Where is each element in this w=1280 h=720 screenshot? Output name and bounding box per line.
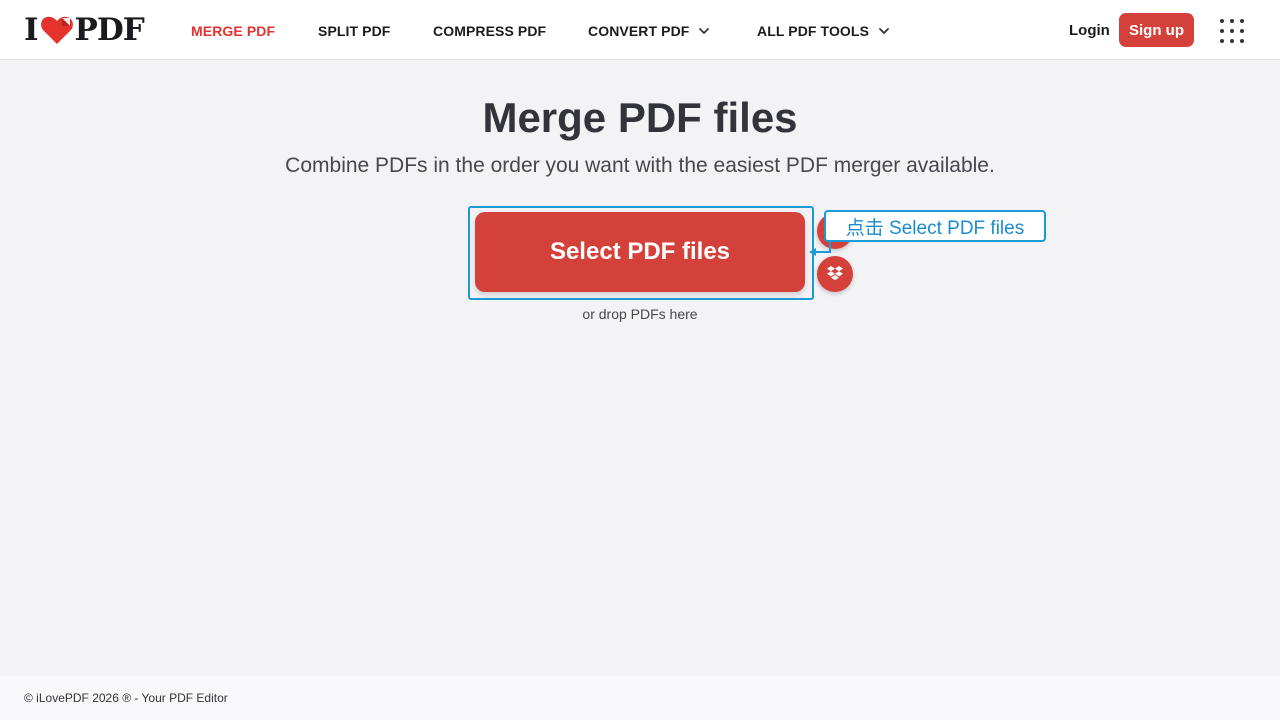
- logo-text-i: I: [24, 12, 38, 48]
- nav-split-pdf-label: SPLIT PDF: [318, 23, 391, 39]
- top-navbar: I PDF MERGE PDF SPLIT PDF COMPRESS PDF C…: [0, 0, 1280, 60]
- nav-compress-pdf[interactable]: COMPRESS PDF: [433, 22, 546, 40]
- nav-merge-pdf[interactable]: MERGE PDF: [191, 22, 275, 40]
- apps-grid-icon[interactable]: [1218, 17, 1246, 45]
- nav-convert-pdf-label: CONVERT PDF: [588, 23, 690, 39]
- dropbox-icon: [827, 266, 843, 281]
- chevron-down-icon: [879, 28, 889, 34]
- page-subtitle: Combine PDFs in the order you want with …: [285, 154, 995, 177]
- nav-all-pdf-tools[interactable]: ALL PDF TOOLS: [757, 22, 890, 40]
- nav-compress-pdf-label: COMPRESS PDF: [433, 23, 547, 39]
- drop-hint: or drop PDFs here: [582, 306, 698, 322]
- nav-split-pdf[interactable]: SPLIT PDF: [318, 22, 390, 40]
- footer-copyright: © iLovePDF 2026 ® - Your PDF Editor: [24, 691, 228, 705]
- login-link[interactable]: Login: [1069, 22, 1110, 39]
- nav-convert-pdf[interactable]: CONVERT PDF: [588, 22, 710, 40]
- chevron-down-icon: [699, 28, 710, 34]
- page-title: Merge PDF files: [482, 94, 798, 141]
- footer: © iLovePDF 2026 ® - Your PDF Editor: [0, 676, 1280, 720]
- select-pdf-files-button[interactable]: Select PDF files: [475, 212, 805, 292]
- annotation-label: 点击 Select PDF files: [824, 210, 1046, 242]
- nav-all-pdf-tools-label: ALL PDF TOOLS: [757, 23, 870, 39]
- dropbox-button[interactable]: [817, 256, 853, 292]
- signup-button[interactable]: Sign up: [1119, 13, 1194, 47]
- heart-icon: [40, 16, 73, 44]
- ilovepdf-logo[interactable]: I PDF: [24, 12, 145, 48]
- nav-merge-pdf-label: MERGE PDF: [191, 23, 276, 39]
- logo-text-pdf: PDF: [74, 12, 145, 48]
